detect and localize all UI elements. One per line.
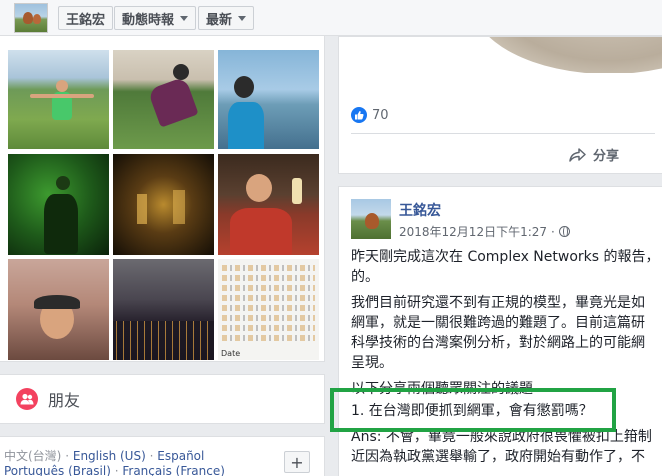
photo-thumbnail[interactable] <box>218 50 319 149</box>
sort-dropdown[interactable]: 最新 <box>198 6 255 30</box>
photo-thumbnail[interactable] <box>8 50 109 149</box>
language-link[interactable]: English (US) <box>73 449 146 463</box>
post-text-line: 我們目前研究還不到有正規的模型，畢竟光是如 <box>351 295 645 311</box>
previous-post-card: 70 分享 <box>338 36 662 174</box>
post-body: 昨天剛完成這次在 Complex Networks 的報告， 的。 我們目前研究… <box>351 247 662 473</box>
post-timestamp[interactable]: 2018年12月12日下午1:27 <box>399 223 547 240</box>
language-card: 中文(台灣) · English (US) · Español Portuguê… <box>0 436 325 476</box>
profile-name-button[interactable]: 王銘宏 <box>58 6 114 30</box>
profile-name-label: 王銘宏 <box>66 12 106 28</box>
post-card: 王銘宏 2018年12月12日下午1:27 · 昨天剛完成這次在 Complex… <box>338 186 662 476</box>
activity-dropdown[interactable]: 動態時報 <box>114 6 197 30</box>
post-text-line: 昨天剛完成這次在 Complex Networks 的報告， <box>351 249 660 265</box>
photo-thumbnail[interactable] <box>113 50 214 149</box>
profile-thumbnail[interactable] <box>14 3 48 33</box>
photo-thumbnail[interactable]: Date <box>218 259 319 360</box>
globe-icon[interactable] <box>558 226 570 237</box>
share-icon <box>569 147 586 162</box>
photos-card: Date <box>0 36 325 362</box>
chevron-down-icon <box>180 15 189 21</box>
sort-dropdown-label: 最新 <box>206 12 233 28</box>
post-text-line: 科學技術的台灣案例分析，對於網路上的可能網 <box>351 335 645 351</box>
like-icon <box>351 107 367 123</box>
photo-thumbnail[interactable] <box>8 154 109 255</box>
post-text-line: 的。 <box>351 269 379 285</box>
photo-thumbnail[interactable] <box>218 154 319 255</box>
share-button[interactable]: 分享 <box>569 145 619 164</box>
chevron-down-icon <box>238 15 247 21</box>
add-language-button[interactable]: + <box>284 451 310 473</box>
post-photo[interactable] <box>339 37 662 73</box>
post-text-line: 網軍，就是一關很難跨過的難題了。目前這篇研 <box>351 315 645 331</box>
profile-top-bar: 王銘宏 動態時報 最新 <box>0 0 662 36</box>
avatar[interactable] <box>351 199 391 239</box>
language-link[interactable]: Español <box>157 449 204 463</box>
divider <box>351 133 655 134</box>
photo-thumbnail[interactable] <box>113 154 214 255</box>
chart-axis-label: Date <box>221 349 241 358</box>
share-label: 分享 <box>593 149 620 164</box>
current-language: 中文(台灣) <box>4 449 62 463</box>
post-text-line: 呈現。 <box>351 355 393 371</box>
friends-card[interactable]: 朋友 <box>0 374 325 424</box>
language-link[interactable]: Português (Brasil) <box>4 464 111 476</box>
language-link[interactable]: Français (France) <box>122 464 225 476</box>
friends-title: 朋友 <box>48 391 81 410</box>
photo-thumbnail[interactable] <box>8 259 109 360</box>
highlight-box <box>330 388 616 432</box>
post-author[interactable]: 王銘宏 <box>399 200 441 220</box>
friends-icon <box>16 388 38 410</box>
post-text-line: 近因為執政黨選舉輸了，政府開始有動作了，不 <box>351 449 645 465</box>
likes-count: 70 <box>372 107 389 123</box>
activity-dropdown-label: 動態時報 <box>122 12 175 28</box>
post-meta: 2018年12月12日下午1:27 · <box>399 223 570 240</box>
photo-thumbnail[interactable] <box>113 259 214 360</box>
reactions-summary[interactable]: 70 <box>351 107 389 123</box>
